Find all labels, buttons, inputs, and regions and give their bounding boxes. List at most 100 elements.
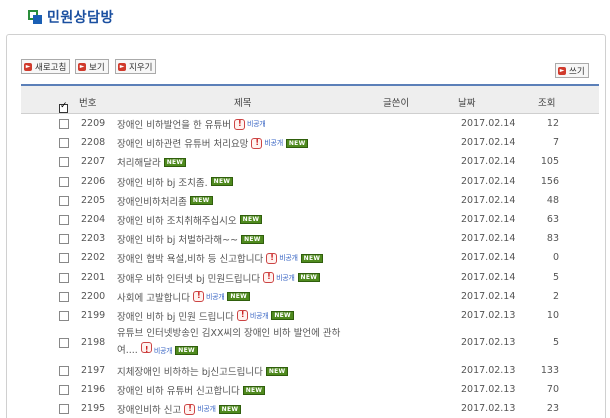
row-checkbox[interactable] xyxy=(59,272,69,283)
row-checkbox[interactable] xyxy=(59,138,69,149)
new-badge: NEW xyxy=(265,366,289,376)
table-row[interactable]: 2207 처리해달라 NEW 2017.02.14 105 xyxy=(21,152,599,171)
write-icon: ► xyxy=(558,66,566,75)
table-row[interactable]: 2203 장애인 비하 bj 처벌하라해~~ NEW 2017.02.14 83 xyxy=(21,229,599,248)
post-title-link[interactable]: 유튜브 인터넷방송인 김XX씨의 장애인 비하 발언에 관하여....비공개NE… xyxy=(117,326,357,359)
post-title-link[interactable]: 사회에 고발합니다 비공개NEW xyxy=(117,290,251,304)
refresh-button[interactable]: ► 새로고침 xyxy=(21,59,71,74)
post-title-link[interactable]: 장애인 비하 bj 조치좀. NEW xyxy=(117,175,234,189)
view-button[interactable]: ► 보기 xyxy=(75,59,109,74)
post-title-link[interactable]: 장애인 협박 욕설,비하 등 신고합니다 비공개NEW xyxy=(117,251,324,265)
row-checkbox[interactable] xyxy=(59,366,69,377)
new-badge: NEW xyxy=(300,253,324,263)
row-checkbox[interactable] xyxy=(59,176,69,187)
post-date: 2017.02.14 xyxy=(461,156,516,168)
post-number: 2204 xyxy=(81,213,106,225)
table-row[interactable]: 2204 장애인 비하 조치취해주십시오 NEW 2017.02.14 63 xyxy=(21,210,599,229)
header-title[interactable]: 제목 xyxy=(234,95,251,109)
header-author[interactable]: 글쓴이 xyxy=(383,95,409,109)
view-label: 보기 xyxy=(89,62,105,73)
post-number: 2198 xyxy=(81,337,106,349)
table-row[interactable]: 2195 장애인비하 신고 비공개NEW 2017.02.13 23 xyxy=(21,399,599,418)
refresh-label: 새로고침 xyxy=(35,62,67,73)
post-title-text: 장애인비하처리좀 xyxy=(117,196,187,208)
private-lock-icon xyxy=(263,272,275,283)
view-icon: ► xyxy=(78,62,86,71)
table-row[interactable]: 2202 장애인 협박 욕설,비하 등 신고합니다 비공개NEW 2017.02.14… xyxy=(21,248,599,267)
post-title-text: 장애인 비하 조치취해주십시오 xyxy=(117,215,237,227)
row-checkbox[interactable] xyxy=(59,214,69,225)
post-number: 2195 xyxy=(81,403,106,415)
table-row[interactable]: 2200 사회에 고발합니다 비공개NEW 2017.02.14 2 xyxy=(21,287,599,306)
post-views: 0 xyxy=(552,252,559,264)
post-views: 48 xyxy=(546,194,559,206)
post-title-link[interactable]: 장애인 비하 bj 민원 드립니다 비공개NEW xyxy=(117,309,294,323)
row-checkbox[interactable] xyxy=(59,385,69,396)
table-row[interactable]: 2205 장애인비하처리좀 NEW 2017.02.14 48 xyxy=(21,191,599,210)
new-badge: NEW xyxy=(241,234,264,244)
write-label: 쓰기 xyxy=(569,66,585,77)
table-row[interactable]: 2196 장애인 비하 유튜버 신고합니다 NEW 2017.02.13 70 xyxy=(21,380,599,399)
row-checkbox[interactable] xyxy=(59,234,69,245)
new-badge: NEW xyxy=(189,196,213,206)
post-number: 2208 xyxy=(81,137,106,149)
row-checkbox[interactable] xyxy=(59,253,69,264)
post-date: 2017.02.13 xyxy=(461,337,516,349)
table-body: 2209장애인 비하발언을 한 유튜버비공개2017.02.14122208장애… xyxy=(21,114,599,418)
post-number: 2207 xyxy=(81,156,106,168)
private-lock-icon xyxy=(184,403,196,415)
post-title-link[interactable]: 장애인비하처리좀 NEW xyxy=(117,194,213,208)
row-checkbox[interactable] xyxy=(59,404,69,415)
post-title-link[interactable]: 장애인 비하 조치취해주십시오 NEW xyxy=(117,213,263,227)
header-views[interactable]: 조회 xyxy=(538,95,555,109)
private-tag: 비공개 xyxy=(276,273,295,282)
table-row[interactable]: 2209 장애인 비하발언을 한 유튜버 비공개 2017.02.14 12 xyxy=(21,114,599,133)
private-tag: 비공개 xyxy=(279,254,298,263)
table-row[interactable]: 2197 지체장애인 비하하는 bj신고드립니다 NEW 2017.02.13 133 xyxy=(21,361,599,380)
post-table: 번호 제목 글쓴이 날짜 조회 2209장애인 비하발언을 한 유튜버비공개20… xyxy=(21,84,599,418)
private-lock-icon xyxy=(251,137,263,149)
private-tag: 비공개 xyxy=(246,120,266,128)
post-views: 156 xyxy=(540,175,559,187)
post-title-text: 처리해달라 xyxy=(117,158,161,170)
post-title-link[interactable]: 장애인 비하 bj 처벌하라해~~ NEW xyxy=(117,232,264,246)
row-checkbox[interactable] xyxy=(59,195,69,206)
table-row[interactable]: 2199 장애인 비하 bj 민원 드립니다 비공개NEW 2017.02.13 10 xyxy=(21,306,599,325)
post-title-link[interactable]: 처리해달라 NEW xyxy=(117,155,187,170)
post-title-link[interactable]: 장애인 비하발언을 한 유튜버 비공개 xyxy=(117,117,266,131)
post-date: 2017.02.14 xyxy=(461,175,516,187)
row-checkbox[interactable] xyxy=(59,338,69,349)
post-date: 2017.02.14 xyxy=(461,137,516,149)
row-checkbox[interactable] xyxy=(59,291,69,302)
table-row[interactable]: 2201 장애우 비하 인터넷 bj 민원드립니다 비공개NEW 2017.02.14… xyxy=(21,268,599,287)
post-date: 2017.02.14 xyxy=(461,290,516,302)
row-checkbox[interactable] xyxy=(59,119,69,129)
post-number: 2200 xyxy=(81,290,106,302)
post-title-text: 사회에 고발합니다 xyxy=(117,292,190,304)
delete-button[interactable]: ► 지우기 xyxy=(115,59,157,74)
row-checkbox[interactable] xyxy=(59,310,69,321)
table-row[interactable]: 2206 장애인 비하 bj 조치좀. NEW 2017.02.14 156 xyxy=(21,172,599,191)
post-title-link[interactable]: 지체장애인 비하하는 bj신고드립니다 NEW xyxy=(117,364,289,379)
refresh-icon: ► xyxy=(24,62,32,71)
post-number: 2206 xyxy=(81,175,106,187)
write-button[interactable]: ► 쓰기 xyxy=(555,63,589,78)
post-title-text: 장애인 비하발언을 한 유튜버 xyxy=(117,120,231,131)
post-title-link[interactable]: 장애인비하 신고 비공개NEW xyxy=(117,402,242,416)
table-row[interactable]: 2198 유튜브 인터넷방송인 김XX씨의 장애인 비하 발언에 관하여....비… xyxy=(21,325,599,361)
post-date: 2017.02.14 xyxy=(461,252,516,264)
private-tag: 비공개 xyxy=(153,347,173,356)
private-lock-icon xyxy=(236,310,248,322)
post-views: 133 xyxy=(540,365,559,377)
post-title-link[interactable]: 장애우 비하 인터넷 bj 민원드립니다 비공개NEW xyxy=(117,271,321,285)
table-row[interactable]: 2208 장애인 비하관련 유튜버 처리요망 비공개NEW 2017.02.14 7 xyxy=(21,133,599,152)
post-views: 105 xyxy=(540,156,559,168)
post-title-link[interactable]: 장애인 비하관련 유튜버 처리요망 비공개NEW xyxy=(117,136,309,150)
post-number: 2205 xyxy=(81,194,106,206)
post-title-text: 지체장애인 비하하는 bj신고드립니다 xyxy=(117,367,263,379)
header-date[interactable]: 날짜 xyxy=(458,95,475,109)
delete-label: 지우기 xyxy=(129,62,153,73)
header-number[interactable]: 번호 xyxy=(79,95,96,109)
post-title-link[interactable]: 장애인 비하 유튜버 신고합니다 NEW xyxy=(117,383,266,397)
row-checkbox[interactable] xyxy=(59,157,69,168)
